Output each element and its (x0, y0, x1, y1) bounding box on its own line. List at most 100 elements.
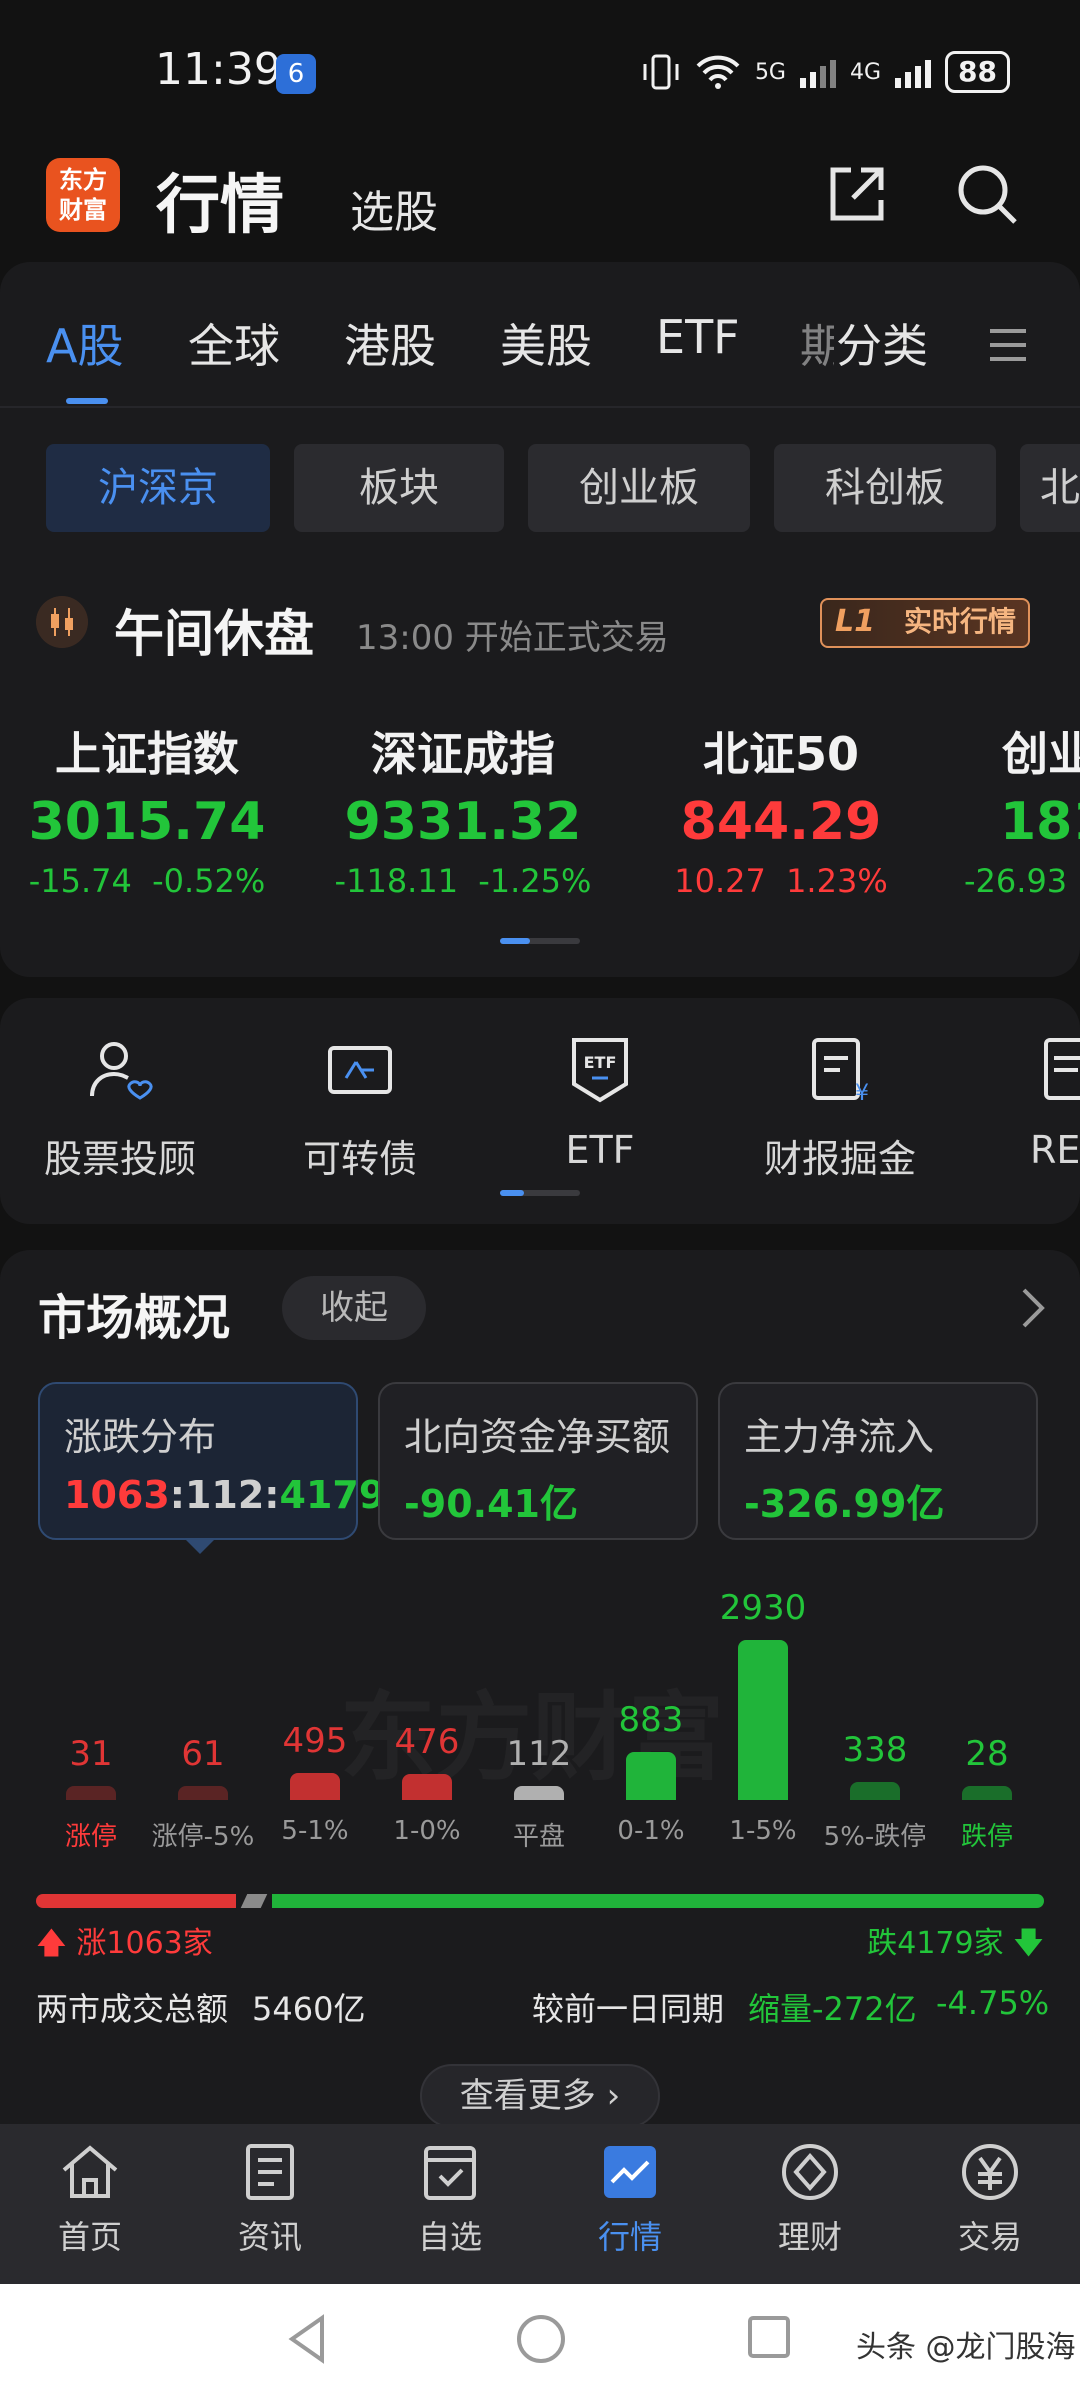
page-title[interactable]: 行情 (156, 154, 284, 246)
distribution-column: 31 (36, 1734, 146, 1800)
distribution-label: 跌停 (960, 1822, 1013, 1852)
distribution-label: 0-1% (617, 1816, 685, 1846)
distribution-column: 495 (260, 1721, 370, 1800)
nav-news[interactable]: 资讯 (180, 2140, 360, 2258)
wealth-icon (782, 2144, 838, 2200)
index-card-chinext[interactable]: 创业 181 -26.93 (940, 718, 1080, 900)
quick-pager-active (500, 1190, 524, 1196)
back-icon[interactable] (282, 2312, 336, 2366)
quick-convertible-bond[interactable]: 可转债 (240, 1034, 480, 1183)
nav-label: 行情 (597, 2218, 662, 2256)
market-status-note: 13:00 开始正式交易 (356, 618, 669, 658)
card-northbound-flow[interactable]: 北向资金净买额 -90.41亿 (378, 1382, 698, 1540)
distribution-bar (290, 1773, 340, 1800)
card-title: 北向资金净买额 (404, 1415, 671, 1459)
index-value: 844.29 (680, 792, 882, 852)
view-more-button[interactable]: 查看更多 › (420, 2064, 660, 2128)
nav-label: 自选 (417, 2218, 482, 2256)
chip-chinext[interactable]: 创业板 (528, 444, 750, 532)
menu-icon[interactable] (988, 328, 1028, 362)
nav-wealth[interactable]: 理财 (720, 2140, 900, 2258)
index-card-bse50[interactable]: 北证50 844.29 10.27 1.23% (616, 718, 946, 900)
index-name: 深证成指 (371, 727, 555, 781)
candlestick-icon (36, 596, 88, 648)
nav-trade[interactable]: 交易 (900, 2140, 1080, 2258)
turnover-value: 5460亿 (252, 1990, 366, 2028)
active-tab-indicator (66, 398, 108, 404)
distribution-bar (850, 1782, 900, 1800)
logo-line-2: 财富 (59, 196, 107, 224)
tab-etf[interactable]: ETF (656, 310, 740, 364)
index-name: 上证指数 (55, 727, 239, 781)
index-card-shenzhen[interactable]: 深证成指 9331.32 -118.11 -1.25% (298, 718, 628, 900)
distribution-label: 涨停 (64, 1822, 117, 1852)
rise-ratio-bar (36, 1894, 236, 1908)
tab-global[interactable]: 全球 (188, 310, 280, 376)
search-icon[interactable] (955, 162, 1019, 226)
nav-label: 首页 (57, 2218, 122, 2256)
chevron-right-icon[interactable] (1016, 1286, 1048, 1330)
nav-watchlist[interactable]: 自选 (360, 2140, 540, 2258)
tabs-divider (0, 406, 1080, 408)
index-card-shanghai[interactable]: 上证指数 3015.74 -15.74 -0.52% (0, 718, 312, 900)
nav-label: 资讯 (237, 2218, 302, 2256)
news-icon (246, 2144, 294, 2200)
market-status-title: 午间休盘 (114, 605, 314, 663)
distribution-bar (178, 1786, 228, 1800)
arrow-up-icon: 🡅 (36, 1926, 67, 1961)
quick-financial-report[interactable]: ¥ 财报掘金 (720, 1034, 960, 1183)
tab-hk-stocks[interactable]: 港股 (344, 310, 436, 376)
distribution-count: 28 (965, 1734, 1009, 1774)
distribution-label: 涨停-5% (151, 1822, 255, 1852)
index-value: 3015.74 (28, 792, 266, 852)
fall-ratio-bar (272, 1894, 1044, 1908)
card-rise-fall-distribution[interactable]: 涨跌分布 1063:112:4179 (38, 1382, 386, 1540)
quick-re[interactable]: RE (1030, 1034, 1080, 1172)
card-value: -326.99亿 (744, 1482, 945, 1526)
tab-us-stocks[interactable]: 美股 (500, 310, 592, 376)
tab-category[interactable]: 分类 (836, 310, 928, 376)
recent-apps-icon[interactable] (744, 2312, 794, 2362)
home-icon (62, 2145, 118, 2198)
source-credit: 头条 @龙门股海 (856, 2330, 1076, 2365)
distribution-count: 112 (506, 1734, 572, 1774)
chip-star-market[interactable]: 科创板 (774, 444, 996, 532)
distribution-bar (626, 1752, 676, 1800)
report-icon: ¥ (812, 1038, 869, 1106)
tab-a-shares[interactable]: A股 (46, 310, 123, 376)
card-pointer (184, 1538, 216, 1554)
share-icon[interactable] (825, 162, 889, 226)
distribution-column: 61 (148, 1734, 258, 1800)
index-change: -15.74 -0.52% (28, 862, 266, 900)
advisor-icon (90, 1042, 153, 1100)
quick-etf[interactable]: ETF ETF (480, 1034, 720, 1172)
index-name: 创业 (1002, 727, 1080, 781)
rise-flat-fall-counts: 1063:112:4179 (64, 1473, 386, 1517)
chip-shanghai-shenzhen-beijing[interactable]: 沪深京 (46, 444, 270, 532)
signal-5g-icon (799, 56, 836, 88)
nav-market[interactable]: 行情 (540, 2140, 720, 2258)
chip-beijing[interactable]: 北 (1020, 444, 1080, 532)
index-pager-active (500, 938, 530, 944)
l1-badge-prefix: L1 (835, 604, 875, 639)
collapse-button[interactable]: 收起 (282, 1276, 426, 1340)
compare-label: 较前一日同期 (532, 1990, 725, 2028)
distribution-count: 338 (842, 1730, 908, 1770)
distribution-count: 883 (618, 1700, 684, 1740)
svg-text:¥: ¥ (855, 1081, 869, 1106)
home-circle-icon[interactable] (514, 2312, 568, 2366)
tab-futures[interactable]: 期 (800, 310, 834, 376)
trade-icon (962, 2144, 1018, 2200)
stock-picker-tab[interactable]: 选股 (350, 176, 438, 240)
card-main-inflow[interactable]: 主力净流入 -326.99亿 (718, 1382, 1038, 1540)
app-logo[interactable]: 东方 财富 (46, 158, 120, 232)
card-value: -90.41亿 (404, 1482, 578, 1526)
quick-stock-advisor[interactable]: 股票投顾 (0, 1034, 240, 1183)
distribution-count: 31 (69, 1734, 113, 1774)
index-change: 10.27 1.23% (674, 862, 888, 900)
chip-sectors[interactable]: 板块 (294, 444, 504, 532)
distribution-label: 平盘 (512, 1822, 565, 1852)
compare-percent: -4.75% (936, 1984, 1050, 2022)
nav-home[interactable]: 首页 (0, 2140, 180, 2258)
market-icon (604, 2146, 656, 2198)
